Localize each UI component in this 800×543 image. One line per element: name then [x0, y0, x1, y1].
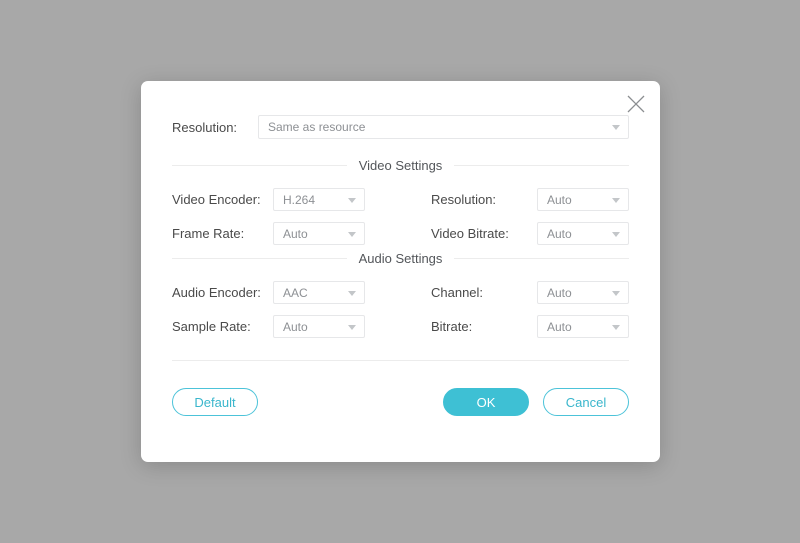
audio-settings-grid: Audio Encoder: AAC Channel: Auto Sample … [172, 281, 629, 338]
chevron-down-icon [612, 231, 620, 237]
resolution-select[interactable]: Same as resource [258, 115, 629, 139]
divider-line [454, 258, 629, 259]
resolution-label: Resolution: [172, 119, 238, 135]
divider-line [454, 165, 630, 166]
audio-encoder-label: Audio Encoder: [172, 285, 261, 300]
cancel-button[interactable]: Cancel [543, 388, 629, 416]
video-bitrate-label: Video Bitrate: [431, 226, 509, 241]
video-settings-dialog: Resolution: Same as resource Video Setti… [141, 81, 660, 462]
divider-line [172, 165, 347, 166]
audio-settings-title: Audio Settings [358, 251, 443, 266]
channel-select[interactable]: Auto [537, 281, 629, 304]
channel-label: Channel: [431, 285, 484, 300]
video-encoder-value: H.264 [283, 192, 316, 207]
video-encoder-label: Video Encoder: [172, 192, 261, 207]
chevron-down-icon [612, 197, 620, 203]
audio-bitrate-select[interactable]: Auto [537, 315, 629, 338]
footer-divider [172, 360, 629, 361]
sample-rate-label: Sample Rate: [172, 319, 251, 334]
chevron-down-icon [612, 125, 620, 130]
video-encoder-select[interactable]: H.264 [273, 188, 365, 211]
audio-bitrate-value: Auto [547, 319, 572, 334]
divider-line [172, 258, 347, 259]
chevron-down-icon [612, 290, 620, 296]
video-settings-divider: Video Settings [172, 158, 630, 173]
chevron-down-icon [348, 290, 356, 296]
audio-encoder-value: AAC [283, 285, 308, 300]
chevron-down-icon [348, 231, 356, 237]
chevron-down-icon [612, 324, 620, 330]
default-button[interactable]: Default [172, 388, 258, 416]
audio-bitrate-label: Bitrate: [431, 319, 473, 334]
chevron-down-icon [348, 324, 356, 330]
close-icon [627, 95, 645, 113]
frame-rate-value: Auto [283, 226, 308, 241]
sample-rate-value: Auto [283, 319, 308, 334]
default-label: Default [194, 394, 236, 410]
audio-settings-divider: Audio Settings [172, 251, 629, 266]
frame-rate-label: Frame Rate: [172, 226, 245, 241]
video-resolution-label: Resolution: [431, 192, 497, 207]
resolution-value: Same as resource [268, 120, 366, 134]
video-settings-grid: Video Encoder: H.264 Resolution: Auto Fr… [172, 188, 629, 245]
sample-rate-select[interactable]: Auto [273, 315, 365, 338]
confirm-buttons: OK Cancel [443, 388, 629, 416]
video-bitrate-select[interactable]: Auto [537, 222, 629, 245]
ok-label: OK [476, 394, 496, 410]
video-resolution-select[interactable]: Auto [537, 188, 629, 211]
application-root: Add File WonderShare AVI [0, 0, 800, 543]
resolution-row: Resolution: Same as resource [172, 115, 629, 139]
video-resolution-value: Auto [547, 192, 572, 207]
channel-value: Auto [547, 285, 572, 300]
chevron-down-icon [348, 197, 356, 203]
dialog-button-row: Default OK Cancel [172, 388, 629, 416]
ok-button[interactable]: OK [443, 388, 529, 416]
audio-encoder-select[interactable]: AAC [273, 281, 365, 304]
cancel-label: Cancel [565, 394, 607, 410]
dialog-body: Resolution: Same as resource Video Setti… [172, 115, 630, 361]
video-bitrate-value: Auto [547, 226, 572, 241]
frame-rate-select[interactable]: Auto [273, 222, 365, 245]
video-settings-title: Video Settings [358, 158, 443, 173]
